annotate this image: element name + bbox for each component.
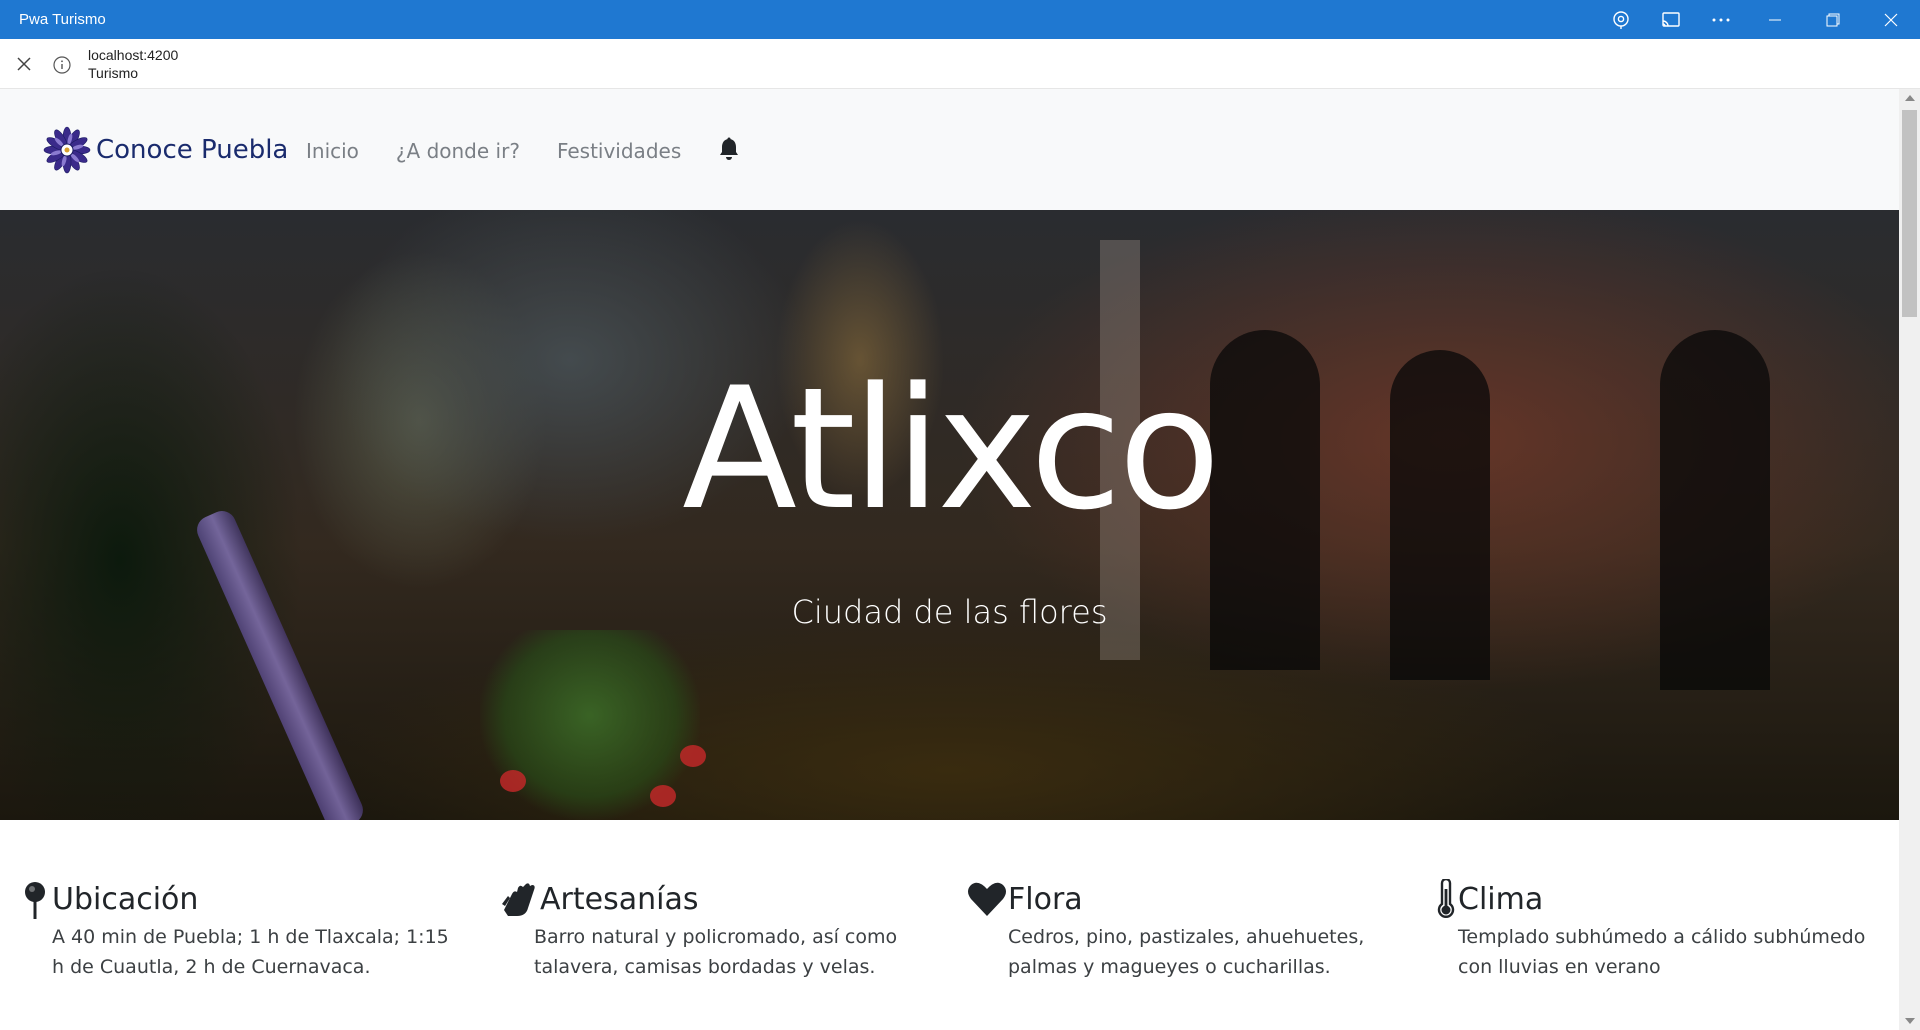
location-icon[interactable]	[1596, 0, 1646, 39]
nav-link-a-donde-ir[interactable]: ¿A donde ir?	[396, 139, 520, 163]
background-spoon	[192, 506, 368, 820]
info-icon[interactable]	[50, 53, 74, 77]
nav-links: Inicio ¿A donde ir? Festividades	[306, 137, 740, 165]
info-card-ubicacion: Ubicación A 40 min de Puebla; 1 h de Tla…	[10, 878, 450, 982]
background-berry	[500, 770, 526, 792]
info-text: Templado subhúmedo a cálido subhúmedo co…	[1458, 926, 1866, 978]
url-text: localhost:4200	[88, 47, 179, 63]
info-text: A 40 min de Puebla; 1 h de Tlaxcala; 1:1…	[52, 926, 449, 978]
info-section: Ubicación A 40 min de Puebla; 1 h de Tla…	[0, 820, 1899, 1030]
address-bar: localhost:4200 Turismo	[0, 39, 1920, 89]
info-title: Clima	[1458, 881, 1544, 917]
more-icon[interactable]	[1696, 0, 1746, 39]
info-title: Flora	[1008, 881, 1083, 917]
info-text: Barro natural y policromado, así como ta…	[534, 926, 898, 978]
info-card-artesanias: Artesanías Barro natural y policromado, …	[498, 878, 938, 982]
minimize-icon[interactable]	[1746, 0, 1804, 39]
hands-icon	[498, 878, 540, 920]
close-icon[interactable]	[1862, 0, 1920, 39]
brand-text: Conoce Puebla	[96, 135, 289, 165]
hero-subtitle: Ciudad de las flores	[791, 593, 1108, 631]
scroll-up-icon[interactable]	[1899, 91, 1920, 105]
flower-logo-icon	[43, 126, 91, 174]
hero-banner: Atlixco Ciudad de las flores	[0, 210, 1899, 820]
map-pin-icon	[10, 878, 52, 920]
heart-icon	[966, 878, 1008, 920]
page-title-text: Turismo	[88, 65, 139, 81]
close-page-icon[interactable]	[12, 52, 36, 76]
info-card-flora: Flora Cedros, pino, pastizales, ahuehuet…	[966, 878, 1406, 982]
nav-link-festividades[interactable]: Festividades	[557, 139, 681, 163]
window-controls	[1596, 0, 1920, 39]
scroll-thumb[interactable]	[1902, 110, 1917, 317]
window-title: Pwa Turismo	[19, 11, 106, 28]
info-text: Cedros, pino, pastizales, ahuehuetes, pa…	[1008, 926, 1365, 978]
navbar: Conoce Puebla Inicio ¿A donde ir? Festiv…	[0, 89, 1899, 210]
info-card-clima: Clima Templado subhúmedo a cálido subhúm…	[1434, 878, 1874, 982]
bell-icon[interactable]	[718, 137, 740, 165]
background-berry	[650, 785, 676, 807]
hero-title: Atlixco	[682, 351, 1221, 547]
restore-icon[interactable]	[1804, 0, 1862, 39]
cast-icon[interactable]	[1646, 0, 1696, 39]
thermometer-icon	[1434, 878, 1458, 920]
page-scrollbar[interactable]	[1899, 89, 1920, 1030]
background-berry	[680, 745, 706, 767]
info-title: Ubicación	[52, 881, 199, 917]
scroll-down-icon[interactable]	[1899, 1014, 1920, 1028]
nav-link-inicio[interactable]: Inicio	[306, 139, 359, 163]
window-titlebar: Pwa Turismo	[0, 0, 1920, 39]
address-text[interactable]: localhost:4200 Turismo	[88, 46, 178, 82]
info-title: Artesanías	[540, 881, 699, 917]
brand-link[interactable]: Conoce Puebla	[42, 125, 288, 175]
